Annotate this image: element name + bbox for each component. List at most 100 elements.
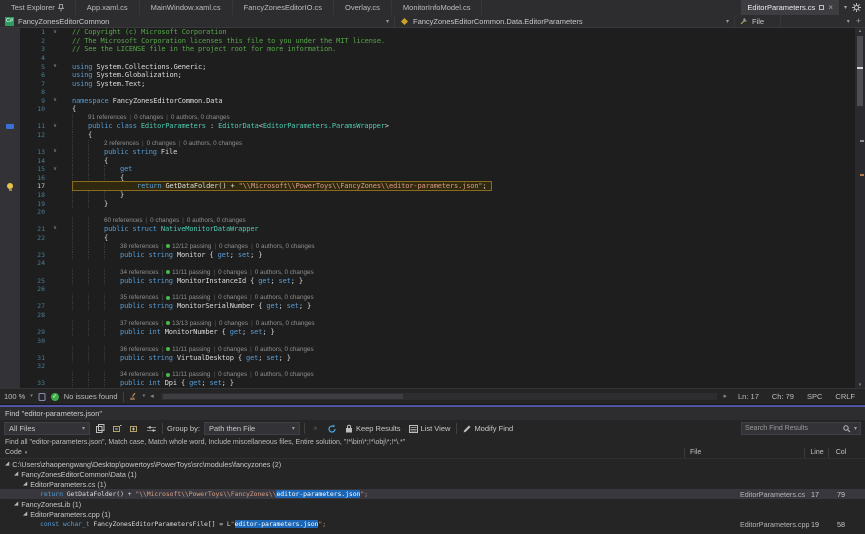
code-row[interactable]: 13∨public string File bbox=[0, 148, 855, 157]
glyph-margin[interactable] bbox=[0, 71, 20, 80]
char-indicator[interactable]: Ch: 79 bbox=[772, 392, 794, 401]
glyph-margin[interactable] bbox=[0, 37, 20, 46]
line-number[interactable]: 13 bbox=[20, 148, 50, 156]
line-number[interactable]: 22 bbox=[20, 234, 50, 242]
search-find-results-input[interactable]: Search Find Results ▾ bbox=[741, 422, 861, 435]
glyph-margin[interactable] bbox=[0, 105, 20, 114]
line-content[interactable]: using System.Globalization; bbox=[60, 71, 855, 79]
tab-mainwindow-xaml-cs[interactable]: MainWindow.xaml.cs bbox=[140, 0, 233, 15]
glyph-margin[interactable] bbox=[0, 353, 20, 362]
scroll-down-icon[interactable]: ▾ bbox=[855, 382, 865, 388]
code-row[interactable]: 15∨get bbox=[0, 165, 855, 174]
codelens-row[interactable]: 36 references|11/11 passing|0 changes|0 … bbox=[0, 345, 855, 354]
code-row[interactable]: 11∨public class EditorParameters : Edito… bbox=[0, 122, 855, 131]
line-content[interactable]: public string MonitorSerialNumber { get;… bbox=[60, 302, 855, 310]
copy-results-icon[interactable] bbox=[94, 422, 107, 435]
glyph-margin[interactable] bbox=[0, 285, 20, 294]
line-number[interactable]: 6 bbox=[20, 71, 50, 79]
code-row[interactable]: 5∨using System.Collections.Generic; bbox=[0, 62, 855, 71]
result-group-row[interactable]: ◢EditorParameters.cs (1) bbox=[0, 479, 865, 489]
code-row[interactable]: 33public int Dpi { get; set; } bbox=[0, 379, 855, 388]
line-number[interactable]: 15 bbox=[20, 165, 50, 173]
vertical-scrollbar[interactable]: ▴ ▾ bbox=[855, 28, 865, 388]
code-row[interactable]: 12{ bbox=[0, 131, 855, 140]
expand-all-icon[interactable] bbox=[128, 422, 141, 435]
line-number[interactable]: 30 bbox=[20, 337, 50, 345]
codelens-text[interactable]: 34 references|11/11 passing|0 changes|0 … bbox=[120, 371, 314, 378]
fold-chevron-icon[interactable]: ∨ bbox=[50, 226, 60, 232]
keep-tab-open-icon[interactable] bbox=[819, 5, 824, 10]
result-group-row[interactable]: ◢EditorParameters.cpp (1) bbox=[0, 509, 865, 519]
glyph-margin[interactable] bbox=[0, 54, 20, 63]
line-number[interactable]: 32 bbox=[20, 362, 50, 370]
codelens-row[interactable]: 2 references|0 changes|0 authors, 0 chan… bbox=[0, 139, 855, 148]
line-content[interactable]: namespace FancyZonesEditorCommon.Data bbox=[60, 97, 855, 105]
line-content[interactable]: public int MonitorNumber { get; set; } bbox=[60, 328, 855, 336]
glyph-margin[interactable] bbox=[0, 114, 20, 123]
result-group-row[interactable]: ◢C:\Users\zhaopengwang\Desktop\powertoys… bbox=[0, 459, 865, 469]
tab-list-chevron-down-icon[interactable]: ▾ bbox=[844, 5, 847, 11]
line-number[interactable]: 3 bbox=[20, 45, 50, 53]
code-row[interactable]: 24 bbox=[0, 259, 855, 268]
expanded-triangle-icon[interactable]: ◢ bbox=[23, 511, 27, 517]
gear-icon[interactable] bbox=[852, 3, 861, 12]
code-row[interactable]: 14 { bbox=[0, 156, 855, 165]
glyph-margin[interactable] bbox=[0, 345, 20, 354]
line-content[interactable]: using System.Text; bbox=[60, 80, 855, 88]
code-row[interactable]: 26 bbox=[0, 285, 855, 294]
result-match-row[interactable]: const wchar_t FancyZonesEditorParameters… bbox=[0, 519, 865, 529]
glyph-margin[interactable] bbox=[0, 336, 20, 345]
line-content[interactable]: { bbox=[60, 234, 855, 242]
glyph-margin[interactable] bbox=[0, 28, 20, 37]
glyph-margin[interactable] bbox=[0, 216, 20, 225]
line-content[interactable]: 34 references|11/11 passing|0 changes|0 … bbox=[60, 371, 855, 378]
document-health-icon[interactable] bbox=[38, 393, 46, 401]
expanded-triangle-icon[interactable]: ◢ bbox=[5, 461, 9, 467]
filter-options-icon[interactable] bbox=[145, 422, 158, 435]
glyph-margin[interactable] bbox=[0, 251, 20, 260]
line-content[interactable]: public string File bbox=[60, 148, 855, 156]
zoom-level[interactable]: 100 % bbox=[4, 392, 25, 401]
line-number[interactable]: 19 bbox=[20, 200, 50, 208]
fold-chevron-icon[interactable]: ∨ bbox=[50, 98, 60, 104]
line-number[interactable]: 14 bbox=[20, 157, 50, 165]
column-header-line[interactable]: Line bbox=[806, 449, 828, 456]
glyph-margin[interactable] bbox=[0, 139, 20, 148]
codelens-text[interactable]: 36 references|11/11 passing|0 changes|0 … bbox=[120, 346, 314, 353]
code-row[interactable]: 2// The Microsoft Corporation licenses t… bbox=[0, 37, 855, 46]
glyph-margin[interactable] bbox=[0, 379, 20, 388]
line-number[interactable]: 21 bbox=[20, 225, 50, 233]
indent-mode-indicator[interactable]: SPC bbox=[807, 392, 822, 401]
glyph-margin[interactable] bbox=[0, 234, 20, 243]
lightbulb-icon[interactable] bbox=[7, 183, 13, 189]
chevron-down-icon[interactable]: ▾ bbox=[847, 18, 850, 25]
code-row[interactable]: 4 bbox=[0, 54, 855, 63]
code-cleanup-icon[interactable] bbox=[129, 393, 138, 401]
codelens-text[interactable]: 34 references|11/11 passing|0 changes|0 … bbox=[120, 269, 314, 276]
line-content[interactable]: { bbox=[60, 157, 855, 165]
glyph-margin[interactable] bbox=[0, 88, 20, 97]
line-number[interactable]: 8 bbox=[20, 88, 50, 96]
fold-chevron-icon[interactable]: ∨ bbox=[50, 64, 60, 70]
chevron-down-icon[interactable]: ▾ bbox=[854, 425, 857, 432]
code-row[interactable]: 32 bbox=[0, 362, 855, 371]
scope-dropdown[interactable]: All Files ▾ bbox=[4, 422, 90, 435]
project-dropdown[interactable]: C# FancyZonesEditorCommon ▾ bbox=[0, 15, 395, 27]
line-indicator[interactable]: Ln: 17 bbox=[738, 392, 759, 401]
group-by-dropdown[interactable]: Path then File ▾ bbox=[204, 422, 300, 435]
glyph-margin[interactable] bbox=[0, 259, 20, 268]
line-content[interactable]: public string Monitor { get; set; } bbox=[60, 251, 855, 259]
line-content[interactable]: 37 references|13/13 passing|0 changes|0 … bbox=[60, 320, 855, 327]
glyph-margin[interactable] bbox=[0, 191, 20, 200]
line-number[interactable]: 26 bbox=[20, 285, 50, 293]
codelens-text[interactable]: 37 references|13/13 passing|0 changes|0 … bbox=[120, 320, 315, 327]
column-divider[interactable] bbox=[828, 448, 829, 458]
zoom-chevron-down-icon[interactable]: ▾ bbox=[30, 394, 33, 399]
line-content[interactable]: public class EditorParameters : EditorDa… bbox=[60, 122, 855, 130]
codelens-row[interactable]: 37 references|13/13 passing|0 changes|0 … bbox=[0, 319, 855, 328]
list-view-button[interactable]: List View bbox=[407, 424, 453, 433]
codelens-text[interactable]: 38 references|12/12 passing|0 changes|0 … bbox=[120, 243, 315, 250]
line-number[interactable]: 20 bbox=[20, 208, 50, 216]
member-dropdown[interactable]: File bbox=[735, 15, 781, 27]
scrollbar-thumb[interactable] bbox=[857, 36, 863, 106]
